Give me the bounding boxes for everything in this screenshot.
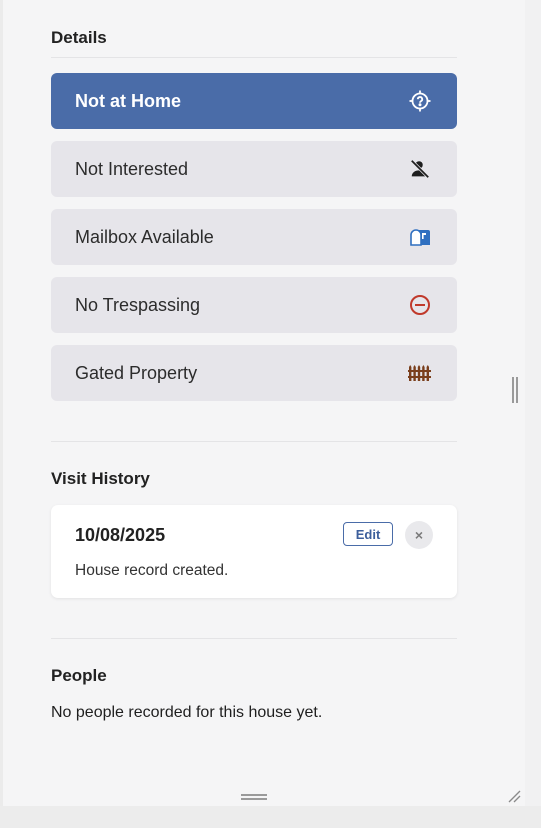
visit-note: House record created. xyxy=(75,562,229,579)
not-home-icon xyxy=(407,88,433,114)
option-label: Not at Home xyxy=(75,90,182,111)
option-gated-property[interactable]: Gated Property xyxy=(51,345,457,401)
panel-resize-handle[interactable] xyxy=(241,794,267,800)
divider xyxy=(51,638,457,639)
visit-entry-card: 10/08/2025 Edit × House record created. xyxy=(51,505,457,598)
resize-corner-icon[interactable] xyxy=(507,789,521,803)
option-label: No Trespassing xyxy=(75,294,201,315)
no-entry-icon xyxy=(407,292,433,318)
divider xyxy=(51,441,457,442)
visit-history-title: Visit History xyxy=(51,469,150,488)
mailbox-icon xyxy=(407,224,433,250)
bottom-strip xyxy=(0,806,541,828)
option-mailbox-available[interactable]: Mailbox Available xyxy=(51,209,457,265)
divider xyxy=(51,57,457,58)
option-label: Gated Property xyxy=(75,362,198,383)
option-no-trespassing[interactable]: No Trespassing xyxy=(51,277,457,333)
option-label: Not Interested xyxy=(75,158,189,179)
people-title: People xyxy=(51,666,107,685)
option-not-interested[interactable]: Not Interested xyxy=(51,141,457,197)
visit-date: 10/08/2025 xyxy=(75,525,166,545)
people-empty-message: No people recorded for this house yet. xyxy=(51,704,323,721)
person-off-icon xyxy=(407,156,433,182)
fence-icon xyxy=(407,360,433,386)
edit-visit-button[interactable]: Edit xyxy=(343,522,393,546)
scrollbar-track[interactable] xyxy=(525,0,541,806)
option-label: Mailbox Available xyxy=(75,226,214,247)
details-title: Details xyxy=(51,28,107,47)
scrollbar-grip[interactable] xyxy=(512,377,518,403)
option-not-at-home[interactable]: Not at Home xyxy=(51,73,457,129)
delete-visit-button[interactable]: × xyxy=(405,521,433,549)
